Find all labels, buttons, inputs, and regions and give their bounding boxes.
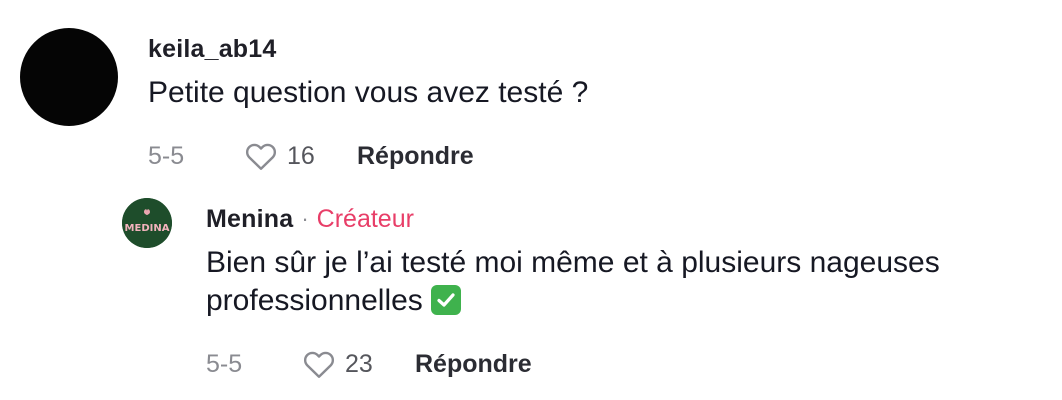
comment-content: keila_ab14 Petite question vous avez tes… (148, 34, 588, 176)
separator-dot: · (301, 206, 309, 231)
reply-text: Bien sûr je l’ai testé moi même et à plu… (206, 244, 940, 320)
reply-text-line2: professionnelles (206, 284, 423, 317)
reply-content: Menina · Créateur Bien sûr je l’ai testé… (206, 204, 940, 384)
heart-icon[interactable] (243, 138, 279, 174)
reply-meta: 5-5 23 Répondre (206, 344, 940, 384)
comment-date: 5-5 (148, 141, 185, 170)
avatar[interactable] (20, 28, 118, 126)
like-count: 23 (345, 349, 373, 378)
check-mark-button-icon (430, 285, 461, 315)
comment: keila_ab14 Petite question vous avez tes… (20, 28, 588, 176)
reply-date: 5-5 (206, 349, 243, 378)
heart-icon[interactable] (301, 346, 337, 382)
reply-button[interactable]: Répondre (415, 350, 532, 379)
comment-username[interactable]: keila_ab14 (148, 34, 588, 64)
comment-meta: 5-5 16 Répondre (148, 136, 588, 176)
like-count: 16 (287, 141, 315, 170)
reply-text-line1: Bien sûr je l’ai testé moi même et à plu… (206, 246, 940, 279)
creator-badge: Créateur (316, 205, 414, 233)
menina-logo-icon: MEDINA (122, 198, 172, 248)
reply-comment: MEDINA Menina · Créateur Bien sûr je l’a… (122, 198, 940, 384)
comment-text: Petite question vous avez testé ? (148, 76, 589, 109)
reply-username[interactable]: Menina (206, 204, 293, 234)
reply-button[interactable]: Répondre (357, 142, 474, 171)
reply-header: Menina · Créateur (206, 204, 940, 234)
avatar[interactable]: MEDINA (122, 198, 172, 248)
avatar-logo-text: MEDINA (125, 223, 170, 234)
